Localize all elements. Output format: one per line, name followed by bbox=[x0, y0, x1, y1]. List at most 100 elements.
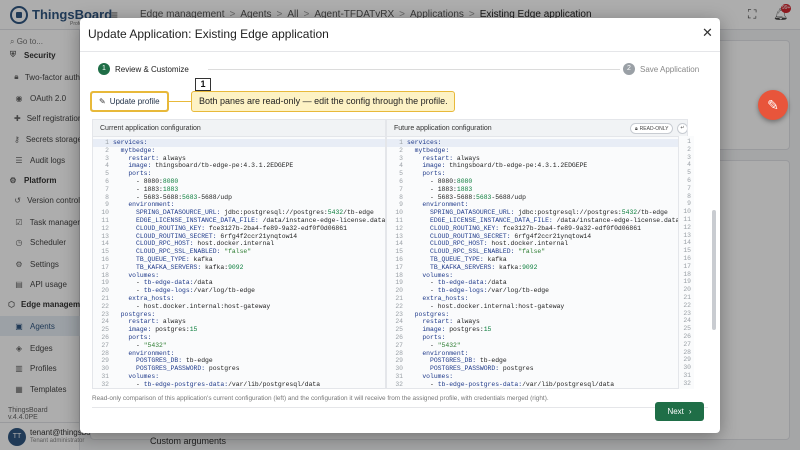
line-number: 27 bbox=[683, 340, 691, 348]
step-number: 1 bbox=[98, 63, 110, 75]
pane-title: Current application configuration bbox=[100, 125, 201, 132]
code-line: 3 restart: always bbox=[387, 155, 687, 163]
line-number: 11 bbox=[683, 215, 691, 223]
line-number: 22 bbox=[101, 302, 109, 310]
line-number: 28 bbox=[101, 349, 109, 357]
code-text: CLOUD_ROUTING_KEY: fce3127b-2ba4-fe89-9a… bbox=[136, 224, 347, 232]
code-line: 21 extra_hosts: bbox=[387, 295, 687, 303]
code-line: 9 environment: bbox=[387, 201, 687, 209]
code-line: 10 SPRING_DATASOURCE_URL: jdbc:postgresq… bbox=[387, 209, 687, 217]
line-number: 25 bbox=[395, 326, 403, 334]
code-text: image: postgres:15 bbox=[128, 326, 198, 334]
code-text: - tb-edge-postgres-data:/var/lib/postgre… bbox=[430, 380, 615, 388]
step-review-customize[interactable]: 1 Review & Customize bbox=[98, 63, 189, 75]
code-line: 22 - host.docker.internal:host-gateway bbox=[387, 303, 687, 311]
code-line: 6 - 8080:8080 bbox=[93, 178, 385, 186]
code-text: POSTGRES_DB: tb-edge bbox=[430, 357, 507, 365]
pane-title: Future application configuration bbox=[394, 125, 492, 132]
code-line: 7 - 1883:1883 bbox=[387, 186, 687, 194]
code-text: environment: bbox=[128, 201, 175, 209]
code-text: image: thingsboard/tb-edge-pe:4.3.1.2EDG… bbox=[128, 162, 294, 170]
line-number: 17 bbox=[101, 263, 109, 271]
line-number: 31 bbox=[101, 372, 109, 380]
code-text: POSTGRES_PASSWORD: postgres bbox=[136, 365, 240, 373]
code-text: volumes: bbox=[422, 271, 454, 279]
code-line: 13 CLOUD_ROUTING_SECRET: 6rfg4f2ccr21ynq… bbox=[387, 233, 687, 241]
code-text: ports: bbox=[422, 170, 446, 178]
code-line: 7 - 1883:1883 bbox=[93, 186, 385, 194]
code-line: 31 volumes: bbox=[93, 373, 385, 381]
code-text: restart: always bbox=[422, 318, 480, 326]
line-number: 23 bbox=[395, 310, 403, 318]
code-text: environment: bbox=[422, 201, 469, 209]
code-text: - host.docker.internal:host-gateway bbox=[136, 302, 271, 310]
code-line: 14 CLOUD_RPC_HOST: host.docker.internal bbox=[93, 240, 385, 248]
code-line: 25 image: postgres:15 bbox=[93, 326, 385, 334]
next-button[interactable]: Next › bbox=[655, 402, 704, 421]
code-text: environment: bbox=[128, 349, 175, 357]
line-number: 4 bbox=[687, 161, 691, 169]
code-line: 15 CLOUD_RPC_SSL_ENABLED: "false" bbox=[93, 248, 385, 256]
close-icon[interactable]: ✕ bbox=[702, 25, 713, 41]
code-text: environment: bbox=[422, 349, 469, 357]
code-text: mytbedge: bbox=[414, 146, 450, 154]
step-save-application[interactable]: 2 Save Application bbox=[623, 63, 699, 75]
code-text: services: bbox=[113, 139, 148, 146]
code-text: volumes: bbox=[128, 271, 160, 279]
code-text: ports: bbox=[128, 170, 152, 178]
line-number: 22 bbox=[395, 302, 403, 310]
line-number: 2 bbox=[687, 145, 691, 153]
dialog-scrollbar[interactable] bbox=[712, 210, 716, 330]
line-number: 3 bbox=[105, 154, 109, 162]
code-text: SPRING_DATASOURCE_URL: jdbc:postgresql:/… bbox=[430, 209, 668, 217]
code-line: 28 environment: bbox=[93, 350, 385, 358]
edit-fab-button[interactable]: ✎ bbox=[758, 90, 788, 120]
update-profile-button[interactable]: ✎ Update profile bbox=[91, 92, 168, 111]
line-number: 31 bbox=[395, 372, 403, 380]
line-number: 24 bbox=[683, 317, 691, 325]
line-number: 6 bbox=[399, 177, 403, 185]
code-line: 19 - tb-edge-data:/data bbox=[387, 279, 687, 287]
code-text: - tb-edge-logs:/var/log/tb-edge bbox=[430, 287, 549, 295]
line-number: 2 bbox=[105, 146, 109, 154]
line-number: 24 bbox=[395, 318, 403, 326]
line-number: 25 bbox=[101, 326, 109, 334]
lock-icon: 🔒︎ bbox=[635, 126, 638, 132]
code-line: 14 CLOUD_RPC_HOST: host.docker.internal bbox=[387, 240, 687, 248]
code-text: services: bbox=[407, 139, 442, 146]
code-text: - host.docker.internal:host-gateway bbox=[430, 302, 565, 310]
code-line: 18 volumes: bbox=[387, 272, 687, 280]
line-number: 10 bbox=[101, 209, 109, 217]
code-text: - "5432" bbox=[136, 341, 167, 349]
line-number: 18 bbox=[101, 271, 109, 279]
line-number: 8 bbox=[105, 193, 109, 201]
line-number: 1 bbox=[399, 139, 403, 146]
code-text: EDGE_LICENSE_INSTANCE_DATA_FILE: /data/i… bbox=[430, 216, 680, 224]
line-number: 20 bbox=[395, 287, 403, 295]
code-line: 4 image: thingsboard/tb-edge-pe:4.3.1.2E… bbox=[387, 162, 687, 170]
code-text: POSTGRES_DB: tb-edge bbox=[136, 357, 213, 365]
code-editor-future[interactable]: 1 services: 2 mytbedge: 3 restart: always 4 … bbox=[387, 139, 687, 388]
line-number: 24 bbox=[101, 318, 109, 326]
line-number: 12 bbox=[395, 224, 403, 232]
wrap-text-icon[interactable]: ↵ bbox=[677, 123, 687, 134]
read-only-label: READ-ONLY bbox=[639, 126, 669, 132]
line-number: 21 bbox=[683, 293, 691, 301]
line-number: 16 bbox=[683, 254, 691, 262]
line-number: 5 bbox=[105, 170, 109, 178]
line-number: 6 bbox=[687, 176, 691, 184]
code-text: extra_hosts: bbox=[128, 294, 175, 302]
line-number: 9 bbox=[687, 200, 691, 208]
line-number: 17 bbox=[683, 262, 691, 270]
line-number: 21 bbox=[395, 294, 403, 302]
line-number: 26 bbox=[395, 333, 403, 341]
code-editor-current[interactable]: 1 services: 2 mytbedge: 3 restart: always 4 … bbox=[93, 139, 385, 388]
code-line: 24 restart: always bbox=[387, 318, 687, 326]
line-number: 23 bbox=[101, 310, 109, 318]
line-number: 15 bbox=[683, 247, 691, 255]
code-text: ports: bbox=[422, 333, 446, 341]
code-line: 22 - host.docker.internal:host-gateway bbox=[93, 303, 385, 311]
line-number: 13 bbox=[101, 232, 109, 240]
code-line: 4 image: thingsboard/tb-edge-pe:4.3.1.2E… bbox=[93, 162, 385, 170]
line-number: 7 bbox=[105, 185, 109, 193]
